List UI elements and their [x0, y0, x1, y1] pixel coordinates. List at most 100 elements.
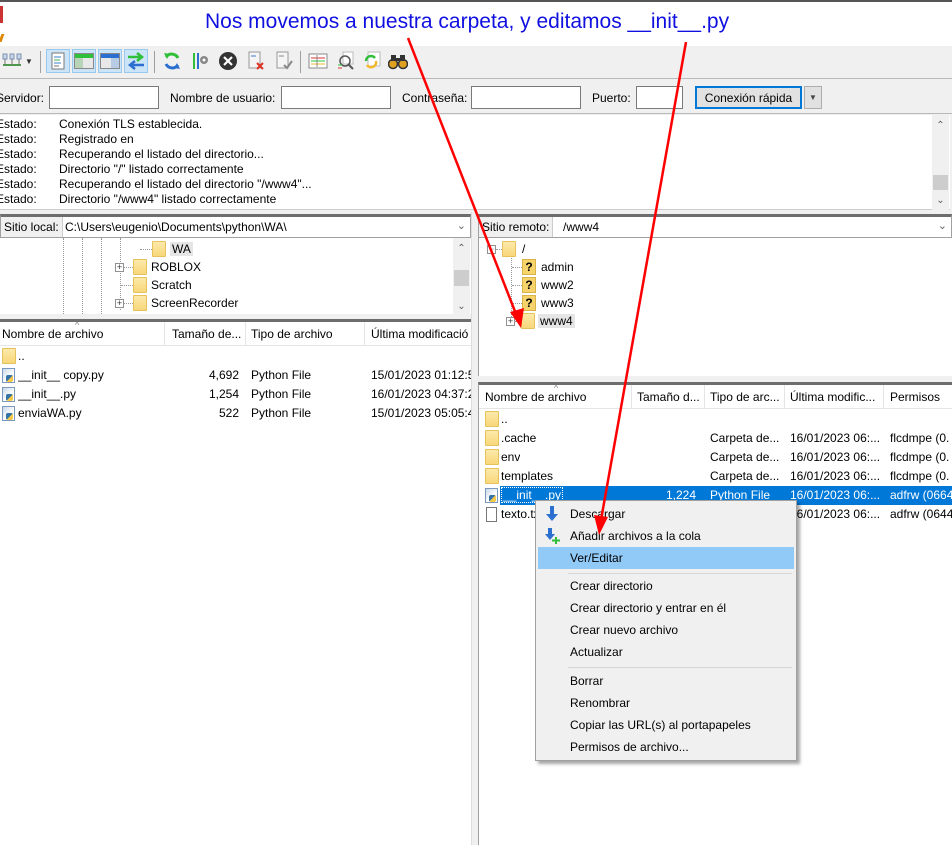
- toggle-message-log-icon[interactable]: [46, 49, 70, 73]
- menu-item-add-to-queue[interactable]: Añadir archivos a la cola: [538, 525, 794, 547]
- cancel-icon[interactable]: [216, 49, 240, 73]
- disconnect-icon[interactable]: [244, 49, 268, 73]
- file-type: Carpeta de...: [710, 469, 780, 483]
- col-header-permissions[interactable]: Permisos: [890, 390, 952, 404]
- menu-item-create-file[interactable]: Crear nuevo archivo: [538, 619, 794, 641]
- remote-path-dropdown-icon[interactable]: ⌄: [938, 219, 947, 232]
- scroll-down-icon[interactable]: ⌄: [932, 192, 949, 208]
- file-name: ..: [18, 349, 25, 363]
- scroll-up-icon[interactable]: ⌃: [932, 117, 949, 133]
- menu-item-file-permissions[interactable]: Permisos de archivo...: [538, 736, 794, 758]
- remote-tree-item-www2[interactable]: ? www2: [522, 276, 574, 294]
- reconnect-icon[interactable]: [272, 49, 296, 73]
- menu-separator: [568, 573, 792, 574]
- col-header-modified[interactable]: Última modificació: [371, 327, 471, 341]
- remote-tree-item-www3[interactable]: ? www3: [522, 294, 574, 312]
- process-queue-icon[interactable]: [188, 49, 212, 73]
- remote-file-row[interactable]: env Carpeta de... 16/01/2023 06:... flcd…: [479, 448, 952, 467]
- remote-path-input[interactable]: /www4: [563, 220, 599, 234]
- folder-icon: [521, 313, 535, 329]
- col-header-type[interactable]: Tipo de arc...: [710, 390, 784, 404]
- remote-tree-item-www4[interactable]: + www4: [506, 312, 575, 330]
- quickconnect-dropdown-icon[interactable]: ▼: [804, 86, 822, 109]
- expand-icon[interactable]: +: [506, 316, 515, 326]
- unknown-folder-icon: ?: [522, 277, 536, 293]
- scroll-thumb[interactable]: [933, 175, 948, 190]
- site-manager-icon[interactable]: [0, 49, 24, 73]
- toggle-transfer-queue-icon[interactable]: [124, 49, 148, 73]
- menu-item-download[interactable]: Descargar: [538, 503, 794, 525]
- menu-item-copy-urls[interactable]: Copiar las URL(s) al portapapeles: [538, 714, 794, 736]
- remote-list-header: ^ Nombre de archivo Tamaño d... Tipo de …: [479, 383, 952, 409]
- menu-item-create-directory-enter[interactable]: Crear directorio y entrar en él: [538, 597, 794, 619]
- col-header-type[interactable]: Tipo de archivo: [251, 327, 363, 341]
- folder-icon: [152, 241, 166, 257]
- expand-icon[interactable]: +: [115, 298, 124, 308]
- password-input[interactable]: [471, 86, 581, 109]
- tree-item-label: ScreenRecorder: [151, 296, 239, 310]
- local-tree-item-screenrecorder[interactable]: + ScreenRecorder: [115, 294, 238, 312]
- file-type: Carpeta de...: [710, 450, 780, 464]
- quickconnect-button[interactable]: Conexión rápida: [695, 86, 802, 109]
- menu-item-refresh[interactable]: Actualizar: [538, 641, 794, 663]
- menu-item-label: Renombrar: [570, 696, 631, 710]
- scroll-down-icon[interactable]: ⌄: [453, 298, 470, 314]
- pane-splitter[interactable]: [471, 212, 477, 845]
- toggle-local-tree-icon[interactable]: [72, 49, 96, 73]
- folder-icon: [485, 411, 499, 427]
- remote-file-row[interactable]: .cache Carpeta de... 16/01/2023 06:... f…: [479, 429, 952, 448]
- folder-icon: [133, 295, 147, 311]
- toggle-remote-tree-icon[interactable]: [98, 49, 122, 73]
- menu-item-rename[interactable]: Renombrar: [538, 692, 794, 714]
- log-message: Directorio "/" listado correctamente: [59, 162, 244, 176]
- local-tree-scrollbar[interactable]: ⌃ ⌄: [453, 238, 470, 314]
- file-modified: 15/01/2023 01:12:5.: [371, 368, 471, 382]
- compare-dirs-icon[interactable]: [334, 49, 358, 73]
- col-header-name[interactable]: Nombre de archivo: [2, 327, 162, 341]
- remote-tree-item-root[interactable]: − /: [487, 240, 525, 258]
- local-site-bar: Sitio local: C:\Users\eugenio\Documents\…: [0, 214, 471, 238]
- col-header-modified[interactable]: Última modific...: [790, 390, 882, 404]
- sync-browse-icon[interactable]: [360, 49, 384, 73]
- local-tree-item-scratch[interactable]: Scratch: [133, 276, 192, 294]
- tree-item-label: WA: [170, 242, 193, 256]
- local-tree-item-wa[interactable]: WA: [152, 240, 193, 258]
- port-input[interactable]: [636, 86, 683, 109]
- host-input[interactable]: [49, 86, 159, 109]
- menu-item-create-directory[interactable]: Crear directorio: [538, 575, 794, 597]
- username-input[interactable]: [281, 86, 391, 109]
- local-file-row[interactable]: enviaWA.py 522 Python File 15/01/2023 05…: [0, 404, 471, 423]
- remote-file-row[interactable]: templates Carpeta de... 16/01/2023 06:..…: [479, 467, 952, 486]
- file-permissions: flcdmpe (0.: [890, 469, 950, 483]
- scroll-thumb[interactable]: [454, 270, 469, 286]
- tree-item-label: ROBLOX: [151, 260, 202, 274]
- local-file-row[interactable]: __init__.py 1,254 Python File 16/01/2023…: [0, 385, 471, 404]
- menu-item-view-edit[interactable]: Ver/Editar: [538, 547, 794, 569]
- remote-file-row[interactable]: ..: [479, 410, 952, 429]
- collapse-icon[interactable]: −: [487, 244, 496, 254]
- menu-item-delete[interactable]: Borrar: [538, 670, 794, 692]
- menu-item-label: Crear directorio: [570, 579, 653, 593]
- filter-icon[interactable]: [306, 49, 330, 73]
- tree-item-label: www2: [541, 278, 574, 292]
- file-modified: 16/01/2023 06:...: [790, 507, 881, 521]
- col-header-size[interactable]: Tamaño d...: [637, 390, 703, 404]
- refresh-icon[interactable]: [160, 49, 184, 73]
- col-header-size[interactable]: Tamaño de...: [172, 327, 244, 341]
- expand-icon[interactable]: +: [115, 262, 124, 272]
- local-file-row[interactable]: __init__ copy.py 4,692 Python File 15/01…: [0, 366, 471, 385]
- menu-item-label: Actualizar: [570, 645, 623, 659]
- search-files-icon[interactable]: [386, 49, 410, 73]
- site-manager-dropdown-icon[interactable]: ▼: [22, 49, 36, 73]
- col-header-name[interactable]: Nombre de archivo: [485, 390, 635, 404]
- log-label: Estado:: [0, 177, 37, 191]
- file-type: Python File: [251, 368, 312, 382]
- local-path-dropdown-icon[interactable]: ⌄: [457, 219, 466, 232]
- log-scrollbar[interactable]: ⌃ ⌄: [932, 115, 949, 210]
- local-file-row[interactable]: ..: [0, 347, 471, 366]
- scroll-up-icon[interactable]: ⌃: [453, 240, 470, 256]
- remote-tree-item-admin[interactable]: ? admin: [522, 258, 574, 276]
- local-path-input[interactable]: C:\Users\eugenio\Documents\python\WA\: [65, 220, 287, 234]
- local-tree-item-roblox[interactable]: + ROBLOX: [115, 258, 201, 276]
- menu-item-label: Crear directorio y entrar en él: [570, 601, 727, 615]
